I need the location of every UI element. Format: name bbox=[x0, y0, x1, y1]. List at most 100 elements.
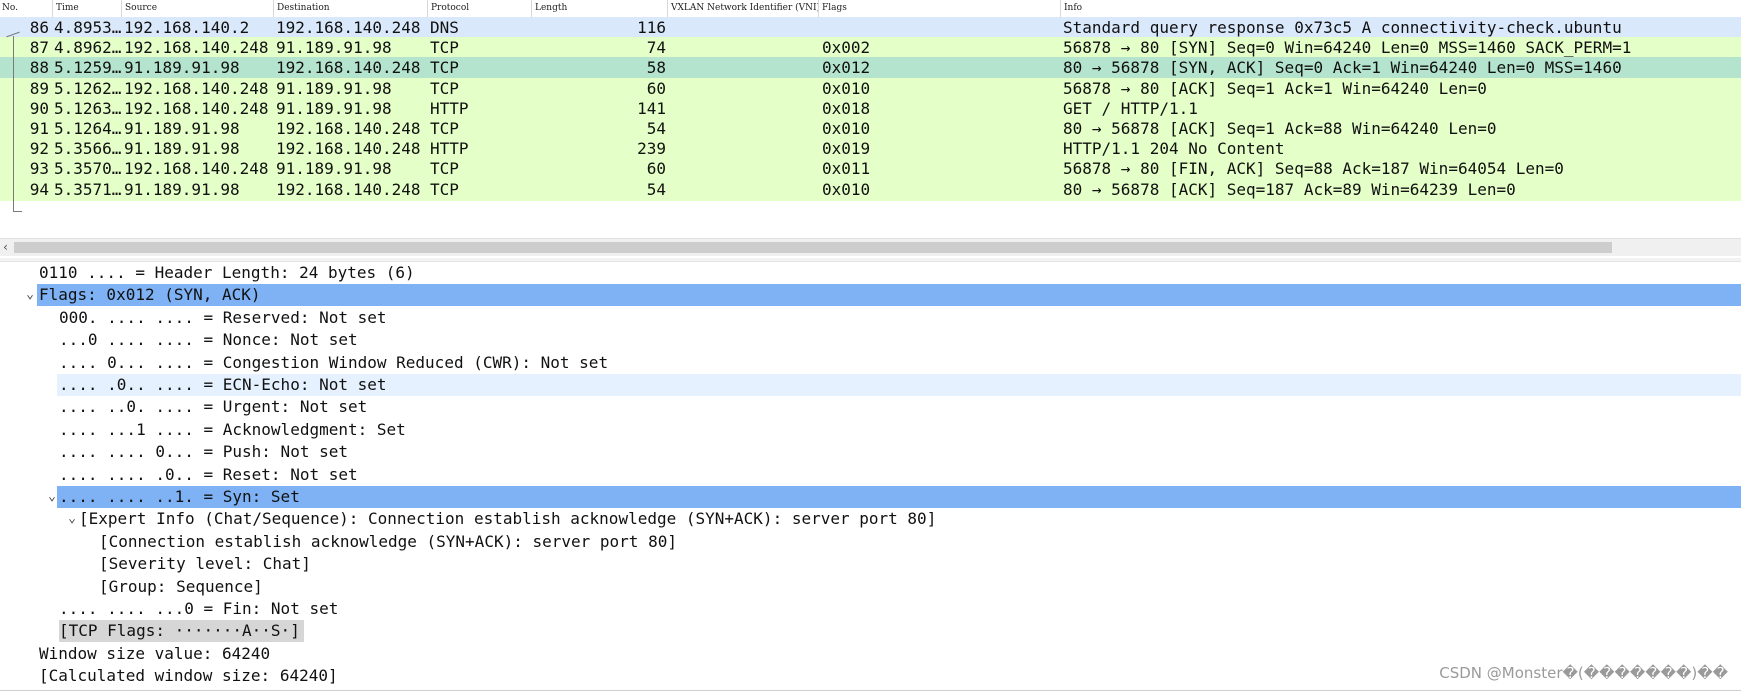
tree-item-header-length[interactable]: 0110 .... = Header Length: 24 bytes (6) bbox=[0, 262, 1741, 284]
col-protocol-cell: TCP bbox=[430, 38, 459, 58]
col-info-cell: 56878 → 80 [FIN, ACK] Seq=88 Ack=187 Win… bbox=[1063, 159, 1564, 179]
col-destination-cell: 192.168.140.248 bbox=[276, 18, 421, 37]
col-protocol-cell: TCP bbox=[430, 78, 459, 98]
col-no-cell: 91 bbox=[29, 119, 49, 138]
tree-item-syn[interactable]: ⌄.... .... ..1. = Syn: Set bbox=[0, 486, 1741, 508]
col-destination-cell: 192.168.140.248 bbox=[276, 139, 421, 159]
col-destination-cell: 91.189.91.98 bbox=[276, 38, 392, 58]
col-no-cell: 88 bbox=[29, 58, 49, 78]
col-info-cell: HTTP/1.1 204 No Content bbox=[1063, 139, 1285, 159]
col-no-header[interactable]: No. bbox=[0, 0, 52, 17]
tree-item-label: ...0 .... .... = Nonce: Not set bbox=[59, 330, 358, 350]
packet-row[interactable]: 86 4.8953… 192.168.140.2 192.168.140.248 DNS… bbox=[0, 17, 1741, 39]
tree-item-reset[interactable]: .... .... .0.. = Reset: Not set bbox=[0, 464, 1741, 486]
tree-item-push[interactable]: .... .... 0... = Push: Not set bbox=[0, 441, 1741, 463]
packet-row[interactable]: 94 5.3571… 91.189.91.98 192.168.140.248 TCP 5… bbox=[0, 178, 1741, 201]
tree-item-tcp-flags[interactable]: [TCP Flags: ·······A··S·] bbox=[0, 620, 1741, 643]
col-vni-cell bbox=[670, 37, 816, 59]
col-flags-cell: 0x010 bbox=[822, 119, 871, 138]
col-length-cell: 60 bbox=[646, 78, 666, 98]
tree-item-label: Flags: 0x012 (SYN, ACK) bbox=[39, 285, 261, 305]
col-info-cell: 56878 → 80 [SYN] Seq=0 Win=64240 Len=0 M… bbox=[1063, 38, 1632, 58]
col-source-header[interactable]: Source bbox=[121, 0, 273, 17]
col-info-cell: GET / HTTP/1.1 bbox=[1063, 98, 1198, 118]
tree-item-reserved[interactable]: 000. .... .... = Reserved: Not set bbox=[0, 307, 1741, 329]
col-destination-header[interactable]: Destination bbox=[273, 0, 427, 17]
packet-list-hscrollbar[interactable]: ‹ bbox=[0, 238, 1741, 256]
tree-item-expert-message[interactable]: [Connection establish acknowledge (SYN+A… bbox=[0, 531, 1741, 553]
col-length-cell: 116 bbox=[637, 18, 666, 37]
row-highlight bbox=[57, 486, 1741, 508]
col-protocol-cell: TCP bbox=[430, 119, 459, 138]
col-flags-cell: 0x002 bbox=[822, 38, 871, 58]
tree-item-expert-info[interactable]: ⌄ [Expert Info (Chat/Sequence): Connectio… bbox=[0, 508, 1741, 530]
col-source-cell: 192.168.140.248 bbox=[124, 159, 269, 179]
packet-row[interactable]: 90 5.1263… 192.168.140.248 91.189.91.98 HTTP… bbox=[0, 97, 1741, 120]
col-length-cell: 54 bbox=[646, 179, 666, 199]
col-destination-cell: 192.168.140.248 bbox=[276, 179, 421, 199]
col-protocol-cell: HTTP bbox=[430, 98, 469, 118]
col-vni-cell bbox=[670, 78, 816, 100]
col-time-header[interactable]: Time bbox=[52, 0, 121, 17]
tree-item-cwr[interactable]: .... 0... .... = Congestion Window Reduc… bbox=[0, 352, 1741, 374]
col-vni-cell bbox=[670, 118, 816, 140]
col-flags-cell: 0x012 bbox=[822, 58, 871, 78]
arrow-left-icon[interactable]: ‹ bbox=[2, 239, 14, 256]
packet-row[interactable]: 91 5.1264… 91.189.91.98 192.168.140.248 TCP 5… bbox=[0, 118, 1741, 140]
tree-item-nonce[interactable]: ...0 .... .... = Nonce: Not set bbox=[0, 329, 1741, 351]
col-source-cell: 192.168.140.248 bbox=[124, 78, 269, 98]
packet-row[interactable]: 92 5.3566… 91.189.91.98 192.168.140.248 HTTP… bbox=[0, 138, 1741, 161]
packet-row[interactable]: 89 5.1262… 192.168.140.248 91.189.91.98 TCP 6… bbox=[0, 77, 1741, 100]
tree-item-fin[interactable]: .... .... ...0 = Fin: Not set bbox=[0, 598, 1741, 620]
tree-item-label: .... 0... .... = Congestion Window Reduc… bbox=[59, 352, 609, 372]
packet-row[interactable]: 93 5.3570… 192.168.140.248 91.189.91.98 TCP 6… bbox=[0, 158, 1741, 181]
col-no-cell: 92 bbox=[29, 139, 49, 159]
col-flags-header[interactable]: Flags bbox=[818, 0, 1060, 17]
col-source-cell: 192.168.140.248 bbox=[124, 38, 269, 58]
packet-row-selected[interactable]: 88 5.1259… 91.189.91.98 192.168.140.248 TCP 5… bbox=[0, 57, 1741, 80]
col-source-cell: 91.189.91.98 bbox=[124, 179, 240, 199]
tree-item-group[interactable]: [Group: Sequence] bbox=[0, 576, 1741, 598]
col-time-cell: 5.1259… bbox=[54, 58, 121, 78]
col-protocol-cell: DNS bbox=[430, 18, 459, 37]
chevron-down-icon[interactable]: ⌄ bbox=[23, 284, 37, 306]
tree-item-flags[interactable]: ⌄ Flags: 0x012 (SYN, ACK) bbox=[0, 284, 1741, 307]
col-no-cell: 86 bbox=[29, 18, 49, 37]
col-info-cell: 80 → 56878 [ACK] Seq=187 Ack=89 Win=6423… bbox=[1063, 179, 1516, 199]
packet-list-header: No. Time Source Destination Protocol Length VX… bbox=[0, 0, 1741, 18]
col-vni-header[interactable]: VXLAN Network Identifier (VNI) bbox=[667, 0, 818, 17]
tree-item-severity-level[interactable]: [Severity level: Chat] bbox=[0, 553, 1741, 575]
col-no-cell: 94 bbox=[29, 179, 49, 199]
col-vni-cell bbox=[670, 158, 816, 180]
col-info-header[interactable]: Info bbox=[1060, 0, 1741, 17]
pane-bottom-border bbox=[0, 690, 1741, 691]
col-length-header[interactable]: Length bbox=[531, 0, 667, 17]
col-destination-cell: 91.189.91.98 bbox=[276, 78, 392, 98]
col-protocol-cell: HTTP bbox=[430, 139, 469, 159]
col-destination-cell: 192.168.140.248 bbox=[276, 58, 421, 78]
col-time-cell: 5.1263… bbox=[54, 98, 121, 118]
tree-item-window-size-value[interactable]: Window size value: 64240 bbox=[0, 643, 1741, 665]
col-source-cell: 192.168.140.248 bbox=[124, 98, 269, 118]
col-protocol-header[interactable]: Protocol bbox=[427, 0, 531, 17]
scrollbar-thumb[interactable] bbox=[14, 242, 1612, 253]
col-vni-cell bbox=[670, 17, 816, 39]
tree-item-label: 0110 .... = Header Length: 24 bytes (6) bbox=[39, 263, 415, 282]
tree-item-acknowledgment[interactable]: .... ...1 .... = Acknowledgment: Set bbox=[0, 419, 1741, 441]
tree-item-label: .... .... .0.. = Reset: Not set bbox=[59, 464, 358, 484]
tree-item-label: .... .... ...0 = Fin: Not set bbox=[59, 599, 339, 618]
chevron-down-icon[interactable]: ⌄ bbox=[45, 486, 59, 508]
packet-details-tree: 0110 .... = Header Length: 24 bytes (6) ⌄… bbox=[0, 262, 1741, 688]
col-protocol-cell: TCP bbox=[430, 58, 459, 78]
packet-row[interactable]: 87 4.8962… 192.168.140.248 91.189.91.98 TCP 7… bbox=[0, 37, 1741, 60]
chevron-down-icon[interactable]: ⌄ bbox=[65, 508, 79, 530]
tree-item-label: [Calculated window size: 64240] bbox=[39, 666, 338, 686]
tree-item-label: [Expert Info (Chat/Sequence): Connection… bbox=[79, 509, 937, 529]
tree-item-urgent[interactable]: .... ..0. .... = Urgent: Not set bbox=[0, 396, 1741, 418]
col-destination-cell: 192.168.140.248 bbox=[276, 119, 421, 138]
col-source-cell: 192.168.140.2 bbox=[124, 18, 250, 37]
tree-item-ecn-echo[interactable]: .... .0.. .... = ECN-Echo: Not set bbox=[0, 374, 1741, 396]
col-time-cell: 5.3571… bbox=[54, 179, 121, 199]
col-info-cell: 56878 → 80 [ACK] Seq=1 Ack=1 Win=64240 L… bbox=[1063, 78, 1487, 98]
col-vni-cell bbox=[670, 138, 816, 160]
